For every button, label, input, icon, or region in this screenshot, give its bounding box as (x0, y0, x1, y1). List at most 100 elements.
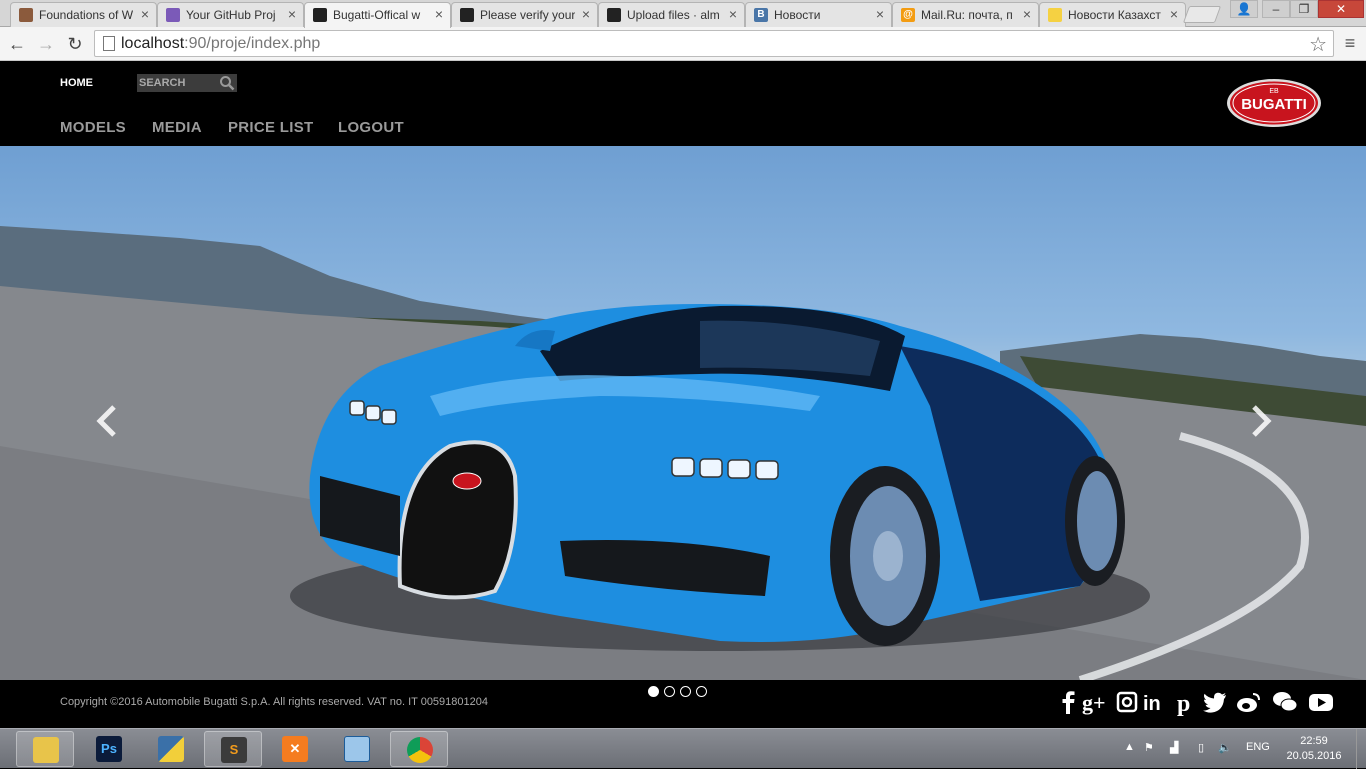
tab-close-icon[interactable]: × (582, 6, 590, 22)
browser-tab[interactable]: Your GitHub Proj × (157, 2, 304, 27)
tab-favicon-icon (607, 8, 621, 22)
url-text: localhost:90/proje/index.php (121, 35, 321, 52)
forward-icon[interactable]: → (34, 32, 58, 56)
menu-icon[interactable]: ≡ (1340, 33, 1360, 53)
browser-tab[interactable]: Upload files · alm × (598, 2, 745, 27)
tab-close-icon[interactable]: × (1170, 6, 1178, 22)
tab-title: Foundations of W (39, 8, 134, 22)
nav-models-link[interactable]: MODELS (60, 119, 126, 136)
tab-favicon-icon (460, 8, 474, 22)
close-window-button[interactable]: ✕ (1318, 0, 1364, 18)
google-plus-icon[interactable]: g+ (1081, 688, 1109, 716)
tray-expand-icon[interactable]: ▲ (1124, 741, 1135, 753)
network-icon[interactable]: ▟ (1170, 741, 1178, 754)
search-icon[interactable] (219, 75, 235, 91)
address-bar[interactable]: localhost:90/proje/index.php ☆ (94, 30, 1334, 57)
minimize-button[interactable]: – (1262, 0, 1290, 18)
wechat-icon[interactable] (1271, 688, 1299, 716)
browser-tab[interactable]: В Новости × (745, 2, 892, 27)
slider-indicators (648, 684, 712, 697)
clock-time: 22:59 (1300, 735, 1328, 747)
tab-favicon-icon (313, 8, 327, 22)
tab-favicon-icon (19, 8, 33, 22)
show-desktop-button[interactable] (1356, 729, 1366, 769)
page-icon (103, 36, 115, 51)
photoshop-icon[interactable]: Ps (80, 731, 138, 767)
svg-text:EB: EB (1269, 88, 1279, 95)
tab-title: Bugatti-Offical w (333, 8, 421, 22)
reload-icon[interactable]: ↻ (63, 32, 87, 56)
browser-tab-strip: Foundations of W × Your GitHub Proj × Bugatt… (0, 0, 1366, 28)
slider-dot[interactable] (680, 686, 691, 697)
clock-date: 20.05.2016 (1286, 750, 1342, 762)
tab-title: Your GitHub Proj (186, 8, 276, 22)
facebook-icon[interactable] (1055, 688, 1083, 716)
tab-favicon-icon (1048, 8, 1062, 22)
nav-price-list-link[interactable]: PRICE LIST (228, 119, 314, 136)
maximize-button[interactable]: ❐ (1290, 0, 1318, 18)
browser-toolbar: ← → ↻ localhost:90/proje/index.php ☆ ≡ (0, 27, 1366, 61)
slider-next-icon[interactable] (1246, 401, 1276, 441)
nav-media-link[interactable]: MEDIA (152, 119, 202, 136)
tab-close-icon[interactable]: × (435, 6, 443, 22)
tab-favicon-icon: @ (901, 8, 915, 22)
tab-close-icon[interactable]: × (288, 6, 296, 22)
tab-close-icon[interactable]: × (729, 6, 737, 22)
bugatti-logo[interactable]: BUGATTI EB (1226, 78, 1322, 128)
chrome-icon[interactable] (390, 731, 448, 767)
flag-icon[interactable]: ⚑ (1144, 741, 1154, 754)
virtualbox-icon[interactable] (328, 731, 386, 767)
sublime-text-icon[interactable]: S (204, 731, 262, 767)
browser-tab[interactable]: Bugatti-Offical w × (304, 2, 451, 28)
svg-text:in: in (1143, 693, 1161, 715)
site-header: HOME MODELS MEDIA PRICE LIST LOGOUT BUGA… (0, 61, 1366, 146)
linkedin-icon[interactable]: in (1141, 688, 1169, 716)
twitter-icon[interactable] (1201, 688, 1229, 716)
bookmark-star-icon[interactable]: ☆ (1309, 32, 1327, 57)
search-input[interactable] (139, 76, 219, 90)
slider-prev-icon[interactable] (92, 401, 122, 441)
youtube-icon[interactable] (1307, 688, 1335, 716)
tab-close-icon[interactable]: × (141, 6, 149, 22)
python-icon[interactable] (142, 731, 200, 767)
weibo-icon[interactable] (1235, 688, 1263, 716)
svg-text:g+: g+ (1082, 690, 1106, 715)
xampp-icon[interactable]: ✕ (266, 731, 324, 767)
tab-title: Please verify your (480, 8, 575, 22)
tab-favicon-icon (166, 8, 180, 22)
slider-dot[interactable] (648, 686, 659, 697)
site-footer: Copyright ©2016 Automobile Bugatti S.p.A… (0, 680, 1366, 728)
browser-tab[interactable]: Please verify your × (451, 2, 598, 27)
tab-favicon-icon: В (754, 8, 768, 22)
svg-text:p: p (1177, 691, 1190, 716)
pinterest-icon[interactable]: p (1171, 688, 1199, 716)
tab-close-icon[interactable]: × (876, 6, 884, 22)
language-indicator[interactable]: ENG (1246, 741, 1270, 753)
tab-title: Новости Казахст (1068, 8, 1161, 22)
slider-dot[interactable] (696, 686, 707, 697)
new-tab-button[interactable] (1182, 6, 1222, 23)
instagram-icon[interactable] (1113, 688, 1141, 716)
copyright-text: Copyright ©2016 Automobile Bugatti S.p.A… (60, 696, 488, 708)
nav-home-link[interactable]: HOME (60, 77, 93, 89)
tab-close-icon[interactable]: × (1023, 6, 1031, 22)
svg-text:BUGATTI: BUGATTI (1241, 96, 1307, 113)
browser-tab[interactable]: Foundations of W × (10, 2, 157, 27)
clock[interactable]: 22:59 20.05.2016 (1284, 734, 1344, 764)
windows-taskbar: Ps S ✕ ▲ ⚑ ▟ ▯ 🔈 ENG 22:59 20.05.2016 (0, 728, 1366, 769)
hero-car-image (0, 226, 1366, 680)
search-box (137, 74, 237, 92)
volume-icon[interactable]: 🔈 (1218, 741, 1232, 754)
hero-slider (0, 146, 1366, 680)
user-profile-button[interactable]: 👤 (1230, 0, 1258, 18)
battery-icon[interactable]: ▯ (1198, 741, 1204, 754)
tab-title: Новости (774, 8, 821, 22)
file-explorer-icon[interactable] (16, 731, 74, 767)
tab-title: Mail.Ru: почта, п (921, 8, 1013, 22)
nav-logout-link[interactable]: LOGOUT (338, 119, 404, 136)
tab-title: Upload files · alm (627, 8, 720, 22)
back-icon[interactable]: ← (5, 32, 29, 56)
slider-dot[interactable] (664, 686, 675, 697)
browser-tab[interactable]: @ Mail.Ru: почта, п × (892, 2, 1039, 27)
browser-tab[interactable]: Новости Казахст × (1039, 2, 1186, 27)
